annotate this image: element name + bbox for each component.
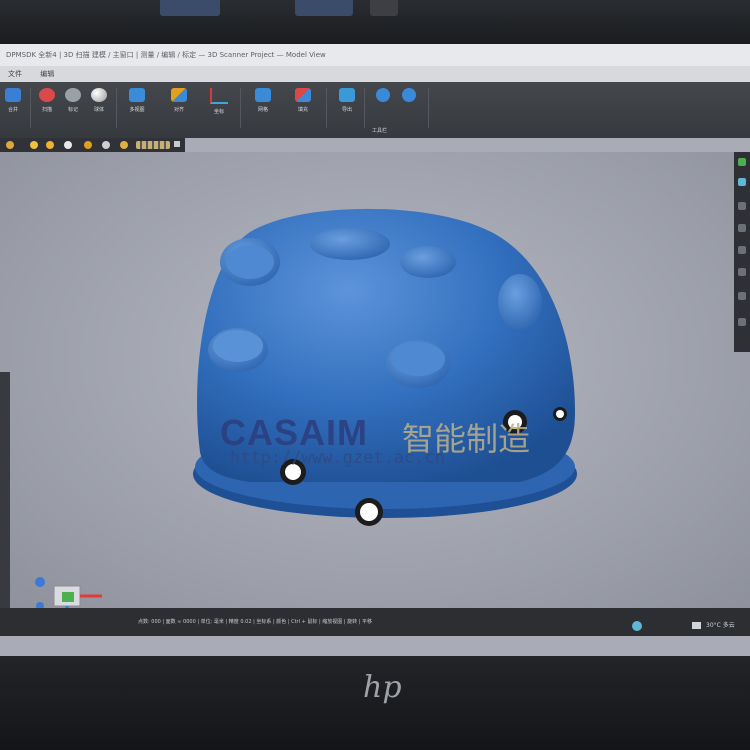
window-title: DPMSDK 全新4 | 3D 扫描 建模 / 主窗口 | 测量 / 编辑 / … <box>6 51 326 59</box>
fill-button[interactable]: 填充 <box>290 86 316 126</box>
scanned-model <box>193 208 577 526</box>
monitor-logo: hp <box>363 670 402 705</box>
menu-item-edit[interactable]: 编辑 <box>40 70 54 78</box>
light-icon[interactable] <box>46 141 54 149</box>
sun-icon[interactable] <box>30 141 38 149</box>
ribbon-separator <box>116 88 117 128</box>
lasso-icon[interactable] <box>102 141 110 149</box>
sphere-icon <box>91 88 107 102</box>
select-icon[interactable] <box>84 141 92 149</box>
marker-icon <box>65 88 81 102</box>
app-window: DPMSDK 全新4 | 3D 扫描 建模 / 主窗口 | 测量 / 编辑 / … <box>0 44 750 656</box>
tool-icon <box>402 88 416 102</box>
3d-viewport[interactable] <box>0 152 750 624</box>
monitor-top-bezel <box>0 0 750 44</box>
ribbon-separator <box>30 88 31 128</box>
display-mode-icon[interactable] <box>6 141 14 149</box>
fill-icon <box>295 88 311 102</box>
export-button-label: 导出 <box>341 107 352 113</box>
tool-button-2[interactable] <box>396 86 422 126</box>
align-button[interactable]: 对齐 <box>166 86 192 126</box>
background-window <box>160 0 220 16</box>
right-side-panel <box>734 152 750 352</box>
axes-icon <box>210 88 228 104</box>
marker-button[interactable]: 标记 <box>60 86 86 126</box>
watermark-url: http://www.gzet.ac.cn <box>230 448 445 468</box>
point-icon[interactable] <box>64 141 72 149</box>
axes-button[interactable]: 坐标 <box>206 86 232 126</box>
ribbon-separator <box>364 88 365 128</box>
background-window <box>295 0 353 16</box>
multiview-button[interactable]: 多视图 <box>124 86 150 126</box>
scan-button-label: 扫描 <box>41 107 52 113</box>
weather-text: 30°C 多云 <box>706 622 735 629</box>
mesh-button[interactable]: 网格 <box>250 86 276 126</box>
selection-tools-icon[interactable] <box>136 141 170 149</box>
marker-button-label: 标记 <box>67 107 78 113</box>
panel-tool-icon[interactable] <box>738 246 746 254</box>
gizmo-face-icon <box>62 592 74 602</box>
status-indicator-icon <box>738 158 746 166</box>
sphere-button[interactable]: 球体 <box>86 86 112 126</box>
view-icon[interactable] <box>738 178 746 186</box>
ribbon-group-caption: 工具栏 <box>372 128 388 134</box>
background-window <box>370 0 398 16</box>
chevron-down-icon[interactable] <box>174 141 180 147</box>
merge-button-label: 合并 <box>7 107 18 113</box>
left-side-panel <box>0 372 10 612</box>
panel-tool-icon[interactable] <box>738 292 746 300</box>
align-button-label: 对齐 <box>173 107 184 113</box>
status-text: 点数: 000 | 面数 ≈ 0000 | 单位: 毫米 | 精度 0.02 |… <box>138 619 372 625</box>
weather-icon <box>692 622 701 629</box>
panel-tool-icon[interactable] <box>738 318 746 326</box>
panel-tool-icon[interactable] <box>738 268 746 276</box>
multiview-button-label: 多视图 <box>129 107 145 113</box>
merge-icon <box>5 88 21 102</box>
secondary-toolbar <box>0 138 185 152</box>
menu-bar: 文件 编辑 <box>0 66 750 82</box>
ribbon-separator <box>326 88 327 128</box>
axes-button-label: 坐标 <box>213 109 224 115</box>
align-icon <box>171 88 187 102</box>
brush-icon[interactable] <box>120 141 128 149</box>
ribbon-separator <box>240 88 241 128</box>
ribbon-separator <box>428 88 429 128</box>
sphere-button-label: 球体 <box>93 107 104 113</box>
export-button[interactable]: 导出 <box>334 86 360 126</box>
network-icon[interactable] <box>632 621 642 631</box>
scan-button[interactable]: 扫描 <box>34 86 60 126</box>
mesh-button-label: 网格 <box>257 107 268 113</box>
gizmo-y-axis-icon[interactable] <box>35 577 45 587</box>
panel-tool-icon[interactable] <box>738 224 746 232</box>
export-icon <box>339 88 355 102</box>
window-title-bar: DPMSDK 全新4 | 3D 扫描 建模 / 主窗口 | 测量 / 编辑 / … <box>0 44 750 66</box>
tool-icon <box>376 88 390 102</box>
tool-button-1[interactable] <box>370 86 396 126</box>
multiview-icon <box>129 88 145 102</box>
menu-item-file[interactable]: 文件 <box>8 70 22 78</box>
scan-icon <box>39 88 55 102</box>
panel-tool-icon[interactable] <box>738 202 746 210</box>
mesh-icon <box>255 88 271 102</box>
merge-button[interactable]: 合并 <box>0 86 26 126</box>
fill-button-label: 填充 <box>297 107 308 113</box>
